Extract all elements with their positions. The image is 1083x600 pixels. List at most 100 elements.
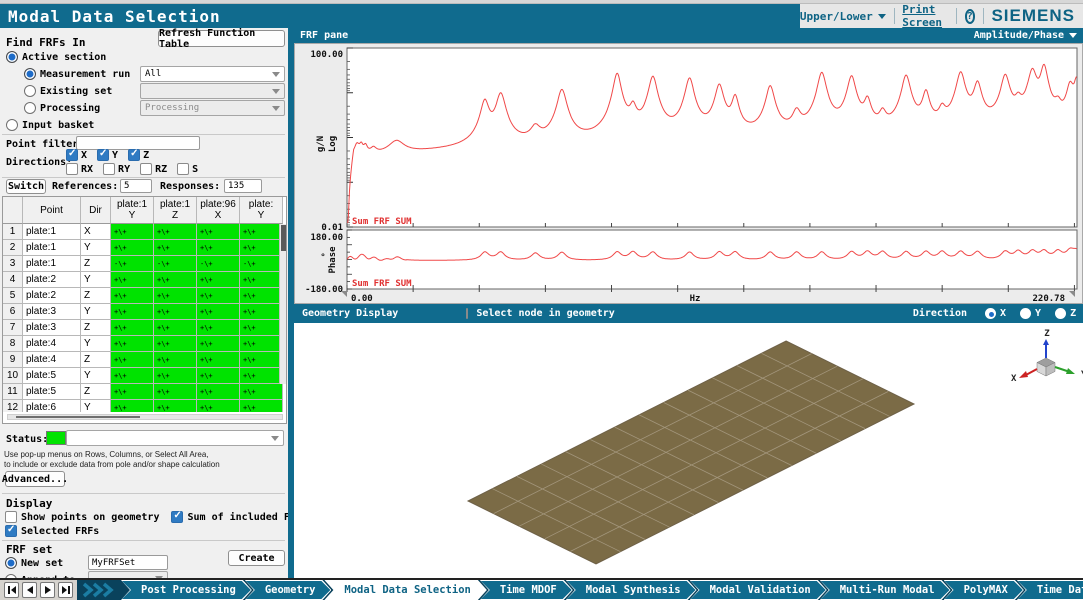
- frf-cell[interactable]: +\+: [111, 384, 154, 400]
- frf-cell[interactable]: +\+: [154, 336, 197, 352]
- frf-cell[interactable]: +\+: [197, 320, 240, 336]
- direction-checkbox-ry[interactable]: [103, 163, 115, 175]
- advanced-button[interactable]: Advanced...: [5, 471, 65, 487]
- frf-cell[interactable]: +\+: [111, 400, 154, 412]
- frf-cell[interactable]: -\+: [154, 256, 197, 272]
- display-checkbox[interactable]: [171, 511, 183, 523]
- worksheet-overflow-chevrons[interactable]: [81, 580, 117, 600]
- frf-cell[interactable]: +\+: [111, 304, 154, 320]
- frf-cell[interactable]: +\+: [240, 240, 283, 256]
- new-set-name-input[interactable]: [88, 555, 168, 570]
- table-row[interactable]: 2plate:1Y+\++\++\++\+: [3, 240, 286, 256]
- table-row[interactable]: 1plate:1X+\++\++\++\+: [3, 224, 286, 240]
- direction-checkbox-z[interactable]: [128, 149, 140, 161]
- frf-cell[interactable]: +\+: [240, 400, 283, 412]
- table-vertical-scrollbar[interactable]: [279, 224, 286, 384]
- column-header[interactable]: plate:96X: [197, 197, 240, 224]
- display-checkbox[interactable]: [5, 525, 17, 537]
- active-section-radio[interactable]: [6, 51, 18, 63]
- frf-plot[interactable]: 100.00 0.01 180.00 -180.00 0.00 Hz 220.7…: [294, 43, 1083, 304]
- frf-cell[interactable]: +\+: [197, 240, 240, 256]
- last-worksheet-button[interactable]: [58, 582, 73, 598]
- frf-cell[interactable]: +\+: [111, 224, 154, 240]
- existing-set-radio[interactable]: [24, 85, 36, 97]
- frf-cell[interactable]: -\+: [111, 256, 154, 272]
- select-node-checkbox[interactable]: [466, 308, 468, 319]
- table-row[interactable]: 7plate:3Z+\++\++\++\+: [3, 320, 286, 336]
- frf-cell[interactable]: +\+: [197, 288, 240, 304]
- next-worksheet-button[interactable]: [40, 582, 55, 598]
- measurement-run-radio[interactable]: [24, 68, 36, 80]
- print-screen-link[interactable]: Print Screen: [902, 3, 948, 29]
- table-row[interactable]: 4plate:2Y+\++\++\++\+: [3, 272, 286, 288]
- geom-direction-radio[interactable]: [1055, 308, 1066, 319]
- tab-geometry[interactable]: Geometry: [245, 580, 332, 600]
- geom-direction-z[interactable]: Z: [1055, 308, 1076, 319]
- processing-combo[interactable]: Processing: [140, 100, 285, 116]
- tab-multi-run-modal[interactable]: Multi-Run Modal: [820, 580, 951, 600]
- frf-cell[interactable]: +\+: [111, 352, 154, 368]
- table-row[interactable]: 8plate:4Y+\++\++\++\+: [3, 336, 286, 352]
- tab-modal-validation[interactable]: Modal Validation: [690, 580, 827, 600]
- display-checkbox[interactable]: [5, 511, 17, 523]
- tab-time-mdof[interactable]: Time MDOF: [480, 580, 573, 600]
- frf-cell[interactable]: +\+: [240, 384, 283, 400]
- frf-cell[interactable]: -\+: [240, 256, 283, 272]
- frf-cell[interactable]: +\+: [111, 288, 154, 304]
- frf-cell[interactable]: +\+: [197, 224, 240, 240]
- frf-cell[interactable]: +\+: [111, 240, 154, 256]
- column-header[interactable]: [3, 197, 23, 224]
- column-header[interactable]: plate:1Y: [111, 197, 154, 224]
- table-row[interactable]: 12plate:6Y+\++\++\++\+: [3, 400, 286, 412]
- table-row[interactable]: 3plate:1Z-\+-\+-\+-\+: [3, 256, 286, 272]
- frf-cell[interactable]: +\+: [154, 304, 197, 320]
- frf-cell[interactable]: +\+: [111, 320, 154, 336]
- frf-cell[interactable]: +\+: [154, 224, 197, 240]
- table-row[interactable]: 10plate:5Y+\++\++\++\+: [3, 368, 286, 384]
- frf-cell[interactable]: +\+: [197, 272, 240, 288]
- column-header[interactable]: plate:Y: [240, 197, 283, 224]
- help-icon[interactable]: ?: [965, 9, 975, 24]
- frf-cell[interactable]: -\+: [197, 256, 240, 272]
- measurement-run-combo[interactable]: All: [140, 66, 285, 82]
- frf-cell[interactable]: +\+: [154, 320, 197, 336]
- frf-cell[interactable]: +\+: [240, 352, 283, 368]
- column-header[interactable]: Dir: [81, 197, 111, 224]
- frf-cell[interactable]: +\+: [197, 336, 240, 352]
- geom-direction-y[interactable]: Y: [1020, 308, 1041, 319]
- frf-cell[interactable]: +\+: [154, 400, 197, 412]
- new-set-radio[interactable]: [5, 557, 17, 569]
- direction-checkbox-y[interactable]: [97, 149, 109, 161]
- references-value[interactable]: [120, 179, 152, 193]
- frf-cell[interactable]: +\+: [240, 224, 283, 240]
- amplitude-phase-dropdown[interactable]: Amplitude/Phase: [974, 30, 1077, 41]
- upper-lower-dropdown[interactable]: Upper/Lower: [800, 10, 886, 23]
- table-row[interactable]: 5plate:2Z+\++\++\++\+: [3, 288, 286, 304]
- frf-cell[interactable]: +\+: [111, 336, 154, 352]
- frf-cell[interactable]: +\+: [240, 368, 283, 384]
- frf-cell[interactable]: +\+: [111, 272, 154, 288]
- refresh-function-table-button[interactable]: Refresh Function Table: [158, 30, 285, 47]
- direction-checkbox-x[interactable]: [66, 149, 78, 161]
- tab-modal-data-selection[interactable]: Modal Data Selection: [324, 580, 486, 600]
- status-combo[interactable]: [66, 430, 284, 446]
- frf-cell[interactable]: +\+: [197, 384, 240, 400]
- frf-cell[interactable]: +\+: [197, 400, 240, 412]
- responses-value[interactable]: [224, 179, 262, 193]
- frf-cell[interactable]: +\+: [197, 352, 240, 368]
- frf-cell[interactable]: +\+: [240, 304, 283, 320]
- geom-direction-radio[interactable]: [1020, 308, 1031, 319]
- switch-button[interactable]: Switch: [6, 179, 46, 194]
- frf-cell[interactable]: +\+: [240, 336, 283, 352]
- direction-checkbox-s[interactable]: [177, 163, 189, 175]
- geom-direction-x[interactable]: X: [985, 308, 1006, 319]
- table-horizontal-scrollbar[interactable]: [7, 414, 283, 420]
- frf-cell[interactable]: +\+: [154, 240, 197, 256]
- input-basket-radio[interactable]: [6, 119, 18, 131]
- frf-cell[interactable]: +\+: [111, 368, 154, 384]
- geom-direction-radio[interactable]: [985, 308, 996, 319]
- tab-modal-synthesis[interactable]: Modal Synthesis: [566, 580, 697, 600]
- tab-polymax[interactable]: PolyMAX: [944, 580, 1024, 600]
- direction-checkbox-rx[interactable]: [66, 163, 78, 175]
- frf-cell[interactable]: +\+: [197, 304, 240, 320]
